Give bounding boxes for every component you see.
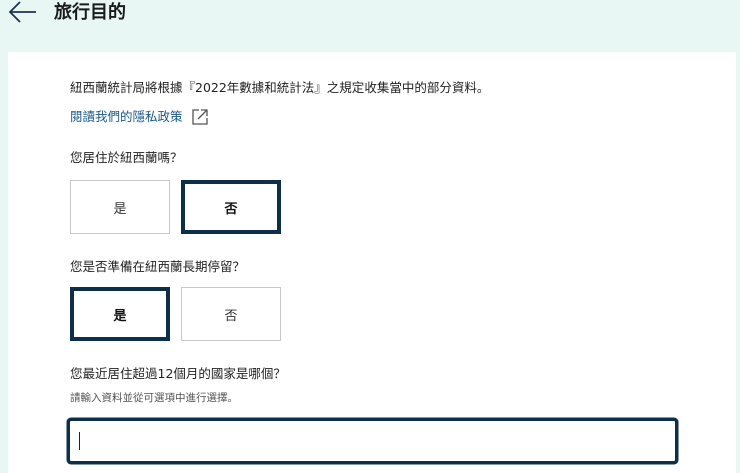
external-link-icon — [191, 109, 208, 125]
form-card: 紐西蘭統計局將根據『2022年數據和統計法』之規定收集當中的部分資料。 閱讀我們… — [8, 52, 736, 473]
long-stay-option-yes[interactable]: 是 — [70, 287, 170, 341]
resident-option-yes[interactable]: 是 — [70, 180, 170, 234]
back-button[interactable] — [6, 0, 40, 28]
question-country-label: 您最近居住超過12個月的國家是哪個？ — [70, 366, 286, 381]
arrow-left-icon — [8, 1, 36, 23]
privacy-policy-link[interactable]: 閱讀我們的隱私政策 — [70, 108, 209, 126]
question-long-stay-label: 您是否準備在紐西蘭長期停留？ — [70, 259, 246, 274]
text-caret — [79, 432, 80, 450]
resident-option-no[interactable]: 否 — [181, 180, 281, 234]
statistics-notice: 紐西蘭統計局將根據『2022年數據和統計法』之規定收集當中的部分資料。 — [70, 80, 490, 95]
page-title: 旅行目的 — [54, 2, 126, 23]
country-hint: 請輸入資料並從可選項中進行選擇。 — [70, 392, 238, 404]
country-input[interactable] — [68, 419, 677, 463]
header-bar: 旅行目的 — [0, 0, 740, 52]
question-resident-label: 您居住於紐西蘭嗎？ — [70, 150, 183, 165]
long-stay-option-no[interactable]: 否 — [181, 287, 281, 341]
privacy-policy-link-label: 閱讀我們的隱私政策 — [70, 109, 183, 124]
